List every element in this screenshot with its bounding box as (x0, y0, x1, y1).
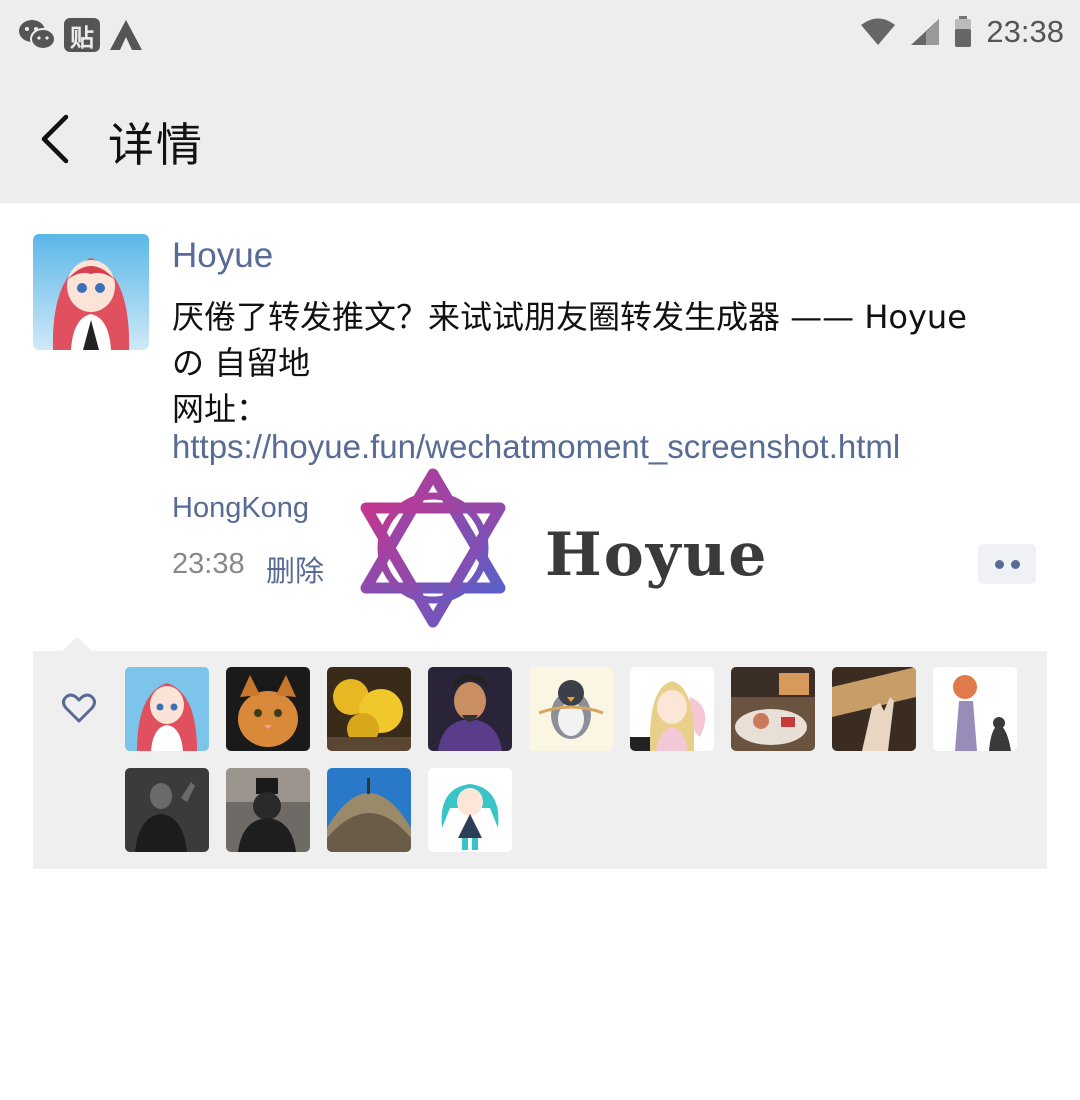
liker-avatar[interactable] (428, 667, 512, 751)
watermark-logo-icon (360, 468, 506, 628)
delete-button[interactable]: 删除 (266, 548, 324, 590)
post-text-line: 厌倦了转发推文？来试试朋友圈转发生成器 —— Hoyue (172, 298, 967, 336)
watermark-text: Hoyue (545, 520, 769, 590)
battery-icon (955, 16, 972, 47)
liker-avatar[interactable] (630, 667, 714, 751)
back-arrow-icon[interactable] (36, 113, 76, 165)
post-text-line: の 自留地 (172, 344, 311, 382)
liker-avatar[interactable] (125, 667, 209, 751)
liker-avatar[interactable] (327, 667, 411, 751)
heart-outline-icon (62, 693, 96, 723)
author-avatar[interactable] (33, 234, 149, 350)
wifi-icon (861, 18, 896, 45)
more-dot-icon (994, 559, 1004, 569)
liker-avatar[interactable] (125, 768, 209, 852)
liker-avatar[interactable] (428, 768, 512, 852)
liker-avatar[interactable] (933, 667, 1017, 751)
likes-panel-pointer (61, 637, 93, 652)
author-avatar-image (33, 234, 149, 350)
more-dot-icon (1010, 559, 1020, 569)
location-link[interactable]: HongKong (172, 492, 309, 525)
app-a-icon (110, 20, 142, 50)
signal-icon (911, 19, 940, 45)
status-left-icons: 贴 (18, 18, 144, 52)
wechat-icon (19, 20, 56, 50)
liker-avatar[interactable] (226, 667, 310, 751)
tieba-glyph: 贴 (70, 23, 94, 52)
author-name[interactable]: Hoyue (172, 236, 273, 276)
nav-bar: 详情 (0, 75, 1080, 203)
post-content: 厌倦了转发推文？来试试朋友圈转发生成器 —— Hoyue の 自留地 网址： (172, 294, 1042, 432)
status-right-icons: 23:38 (860, 14, 1064, 50)
liker-avatar[interactable] (832, 667, 916, 751)
liker-avatar[interactable] (226, 768, 310, 852)
page-title: 详情 (108, 118, 204, 172)
liker-avatar[interactable] (327, 768, 411, 852)
status-bar: 贴 23:38 (0, 0, 1080, 75)
post-text-line: 网址： (172, 390, 269, 428)
tieba-icon: 贴 (64, 18, 100, 52)
status-time: 23:38 (986, 14, 1064, 49)
post-time: 23:38 (172, 548, 245, 580)
liker-avatar[interactable] (529, 667, 613, 751)
post-url-link[interactable]: https://hoyue.fun/wechatmoment_screensho… (172, 428, 900, 466)
liker-avatar[interactable] (731, 667, 815, 751)
more-actions-button[interactable] (978, 544, 1036, 584)
